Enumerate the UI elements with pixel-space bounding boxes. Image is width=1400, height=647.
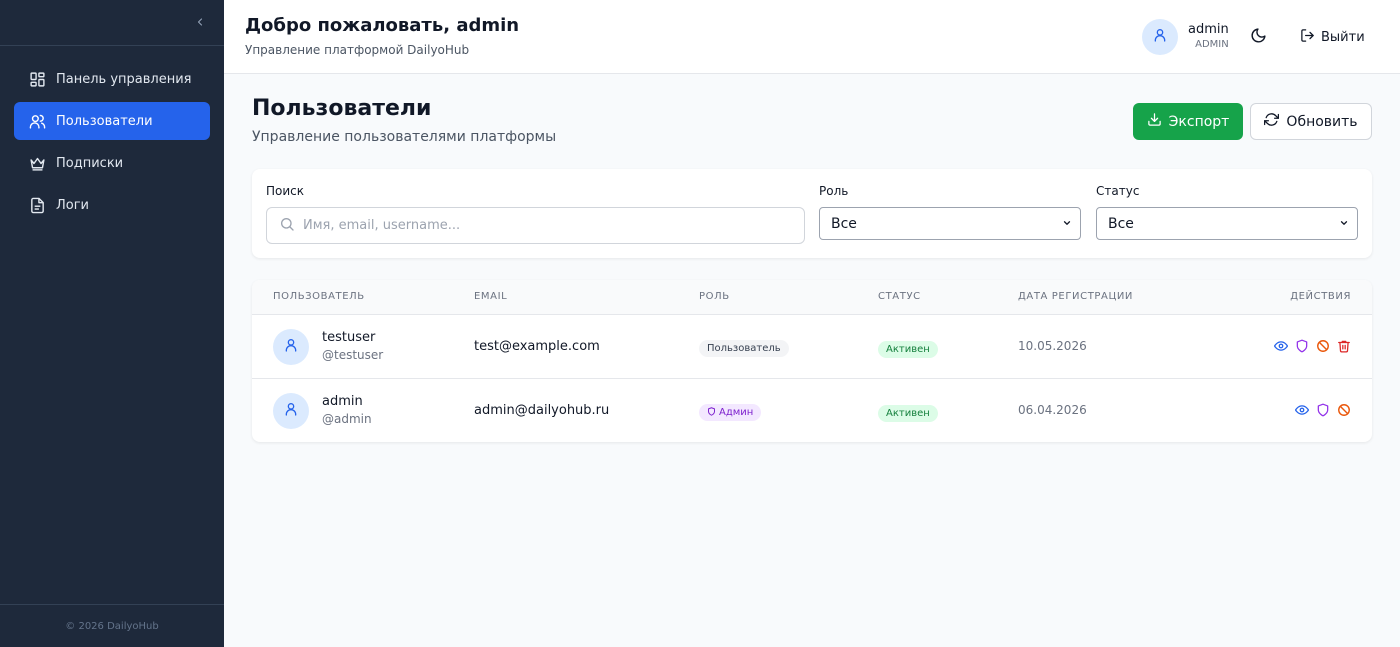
sidebar-nav: Панель управления Пользователи Подписки … (14, 60, 210, 228)
role-filter-label: Роль (819, 184, 849, 198)
role-badge: Админ (699, 404, 762, 421)
sidebar-item-label: Логи (56, 197, 90, 213)
trash-icon[interactable] (1337, 339, 1351, 353)
users-icon (28, 112, 46, 130)
export-button[interactable]: Экспорт (1133, 103, 1243, 140)
table-row: admin @admin admin@dailyohub.ru Админ Ак… (252, 379, 1372, 442)
column-header-role: РОЛЬ (699, 291, 730, 302)
user-role: ADMIN (1195, 39, 1229, 50)
logout-icon (1300, 28, 1321, 47)
user-icon (283, 337, 299, 357)
registration-date: 06.04.2026 (1018, 403, 1087, 417)
user-menu[interactable]: admin ADMIN (1142, 19, 1229, 55)
sidebar-item-label: Панель управления (56, 71, 192, 87)
page-subtitle: Управление пользователями платформы (252, 129, 557, 145)
sidebar-item-users[interactable]: Пользователи (14, 102, 210, 140)
status-badge: Активен (878, 341, 938, 358)
avatar (273, 393, 309, 429)
chevron-down-icon (1339, 216, 1349, 232)
row-actions (1288, 403, 1351, 417)
collapse-sidebar-button[interactable] (190, 12, 210, 32)
filters-panel: Поиск Роль Все Статус Все (252, 169, 1372, 258)
search-icon (279, 216, 295, 236)
user-info: admin ADMIN (1188, 22, 1229, 52)
ban-icon[interactable] (1316, 339, 1330, 353)
avatar (1142, 19, 1178, 55)
status-select-value: Все (1108, 215, 1134, 232)
theme-toggle-button[interactable] (1248, 27, 1268, 47)
user-email: test@example.com (474, 339, 600, 354)
logout-button[interactable]: Выйти (1300, 26, 1365, 48)
status-select[interactable]: Все (1096, 207, 1358, 240)
avatar (273, 329, 309, 365)
chevron-down-icon (1062, 216, 1072, 232)
role-badge-label: Админ (719, 407, 754, 418)
shield-icon[interactable] (1316, 403, 1330, 417)
welcome-title: Добро пожаловать, admin (245, 15, 520, 36)
sidebar-item-label: Подписки (56, 155, 124, 171)
row-actions (1267, 339, 1351, 353)
sidebar: Панель управления Пользователи Подписки … (0, 0, 224, 647)
sidebar-item-label: Пользователи (56, 113, 153, 129)
view-icon[interactable] (1274, 339, 1288, 353)
search-label: Поиск (266, 184, 305, 198)
export-label: Экспорт (1168, 113, 1230, 130)
column-header-actions: ДЕЙСТВИЯ (1290, 291, 1351, 302)
status-filter-label: Статус (1096, 184, 1140, 198)
role-badge: Пользователь (699, 340, 789, 357)
status-badge: Активен (878, 405, 938, 422)
sidebar-item-logs[interactable]: Логи (14, 186, 210, 224)
user-name: admin (322, 394, 363, 409)
crown-icon (28, 154, 46, 172)
role-select-value: Все (831, 215, 857, 232)
user-handle: @testuser (322, 348, 384, 362)
sidebar-top (0, 0, 224, 46)
chevron-left-icon (194, 13, 206, 32)
user-handle: @admin (322, 412, 372, 426)
refresh-icon (1264, 112, 1286, 131)
table-header: ПОЛЬЗОВАТЕЛЬ EMAIL РОЛЬ СТАТУС ДАТА РЕГИ… (252, 280, 1372, 315)
user-name: testuser (322, 330, 376, 345)
column-header-user: ПОЛЬЗОВАТЕЛЬ (273, 291, 365, 302)
column-header-email: EMAIL (474, 291, 508, 302)
search-input[interactable] (303, 218, 783, 233)
user-icon (1152, 27, 1168, 47)
dashboard-icon (28, 70, 46, 88)
top-header: Добро пожаловать, admin Управление платф… (224, 0, 1400, 74)
logout-label: Выйти (1321, 29, 1365, 45)
table-row: testuser @testuser test@example.com Поль… (252, 315, 1372, 379)
sidebar-footer: © 2026 DailyoHub (0, 604, 224, 647)
shield-icon[interactable] (1295, 339, 1309, 353)
download-icon (1147, 112, 1169, 131)
user-email: admin@dailyohub.ru (474, 403, 610, 418)
moon-icon (1250, 27, 1267, 48)
user-name: admin (1188, 22, 1229, 37)
column-header-status: СТАТУС (878, 291, 921, 302)
refresh-label: Обновить (1286, 113, 1358, 130)
user-icon (283, 401, 299, 421)
sidebar-item-subscriptions[interactable]: Подписки (14, 144, 210, 182)
registration-date: 10.05.2026 (1018, 339, 1087, 353)
ban-icon[interactable] (1337, 403, 1351, 417)
refresh-button[interactable]: Обновить (1250, 103, 1372, 140)
welcome-subtitle: Управление платформой DailyoHub (245, 43, 470, 57)
file-text-icon (28, 196, 46, 214)
sidebar-item-dashboard[interactable]: Панель управления (14, 60, 210, 98)
search-field[interactable] (266, 207, 805, 244)
view-icon[interactable] (1295, 403, 1309, 417)
page-title: Пользователи (252, 96, 432, 121)
column-header-date: ДАТА РЕГИСТРАЦИИ (1018, 291, 1133, 302)
users-table: ПОЛЬЗОВАТЕЛЬ EMAIL РОЛЬ СТАТУС ДАТА РЕГИ… (252, 280, 1372, 442)
role-badge-label: Пользователь (707, 343, 781, 354)
role-select[interactable]: Все (819, 207, 1081, 240)
shield-icon (707, 406, 719, 419)
